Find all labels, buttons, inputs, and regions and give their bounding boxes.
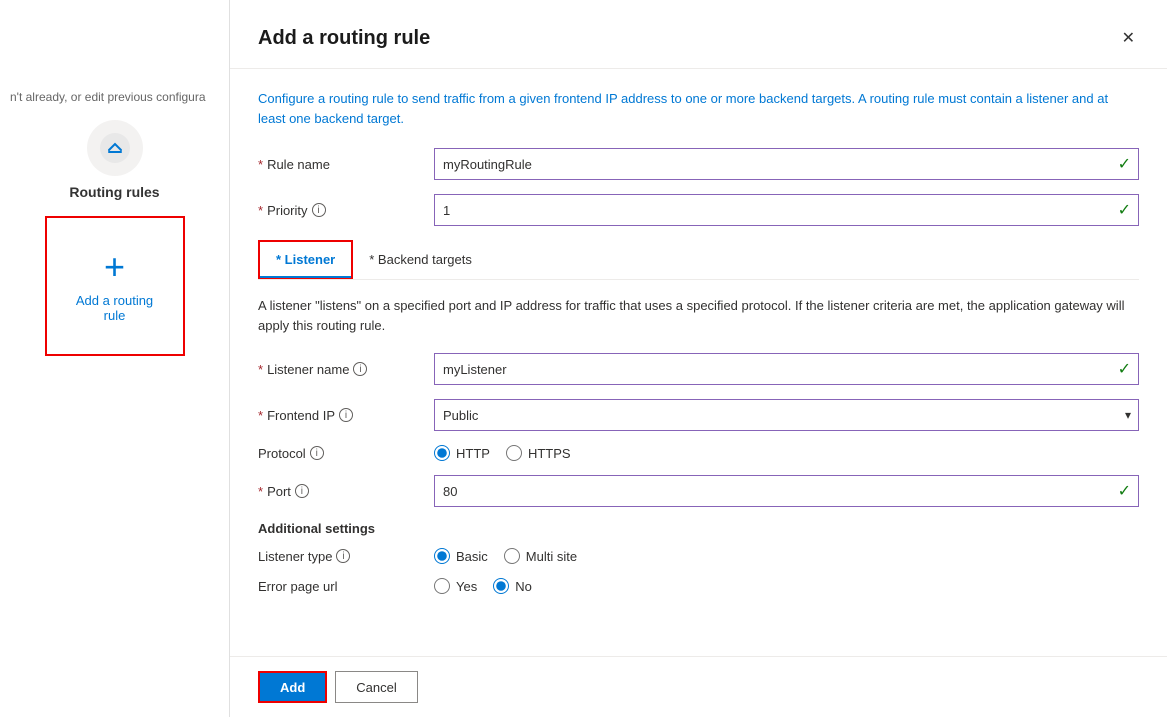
- protocol-https-radio[interactable]: [506, 445, 522, 461]
- error-page-url-row: Error page url Yes No: [258, 578, 1139, 594]
- protocol-label: Protocol i: [258, 446, 418, 461]
- routing-rules-icon: [87, 120, 143, 176]
- port-required: *: [258, 484, 263, 499]
- listener-name-label-text: Listener name: [267, 362, 349, 377]
- priority-input-wrapper: ✓: [434, 194, 1139, 226]
- error-page-yes-option[interactable]: Yes: [434, 578, 477, 594]
- listener-name-required: *: [258, 362, 263, 377]
- priority-label: * Priority i: [258, 203, 418, 218]
- port-label: * Port i: [258, 484, 418, 499]
- priority-label-text: Priority: [267, 203, 307, 218]
- cancel-button[interactable]: Cancel: [335, 671, 417, 703]
- dialog-body: Configure a routing rule to send traffic…: [230, 69, 1167, 656]
- frontend-ip-label: * Frontend IP i: [258, 408, 418, 423]
- sidebar: n't already, or edit previous configura …: [0, 0, 230, 717]
- error-page-no-radio[interactable]: [493, 578, 509, 594]
- listener-type-label: Listener type i: [258, 549, 418, 564]
- priority-row: * Priority i ✓: [258, 194, 1139, 226]
- port-check-icon: ✓: [1118, 481, 1131, 501]
- error-page-url-label: Error page url: [258, 579, 418, 594]
- error-page-url-label-text: Error page url: [258, 579, 337, 594]
- main-panel: Add a routing rule ✕ Configure a routing…: [230, 0, 1167, 717]
- priority-check-icon: ✓: [1118, 200, 1131, 220]
- protocol-info-icon[interactable]: i: [310, 446, 324, 460]
- plus-icon: +: [104, 249, 125, 285]
- listener-name-input[interactable]: [434, 353, 1139, 385]
- listener-name-input-wrapper: ✓: [434, 353, 1139, 385]
- error-page-url-radio-group: Yes No: [434, 578, 532, 594]
- priority-info-icon[interactable]: i: [312, 203, 326, 217]
- dialog-title: Add a routing rule: [258, 27, 430, 50]
- port-input[interactable]: [434, 475, 1139, 507]
- listener-type-row: Listener type i Basic Multi site: [258, 548, 1139, 564]
- rule-name-row: * Rule name ✓: [258, 148, 1139, 180]
- rule-name-required: *: [258, 157, 263, 172]
- listener-name-check-icon: ✓: [1118, 359, 1131, 379]
- protocol-http-option[interactable]: HTTP: [434, 445, 490, 461]
- listener-type-basic-option[interactable]: Basic: [434, 548, 488, 564]
- dialog-footer: Add Cancel: [230, 656, 1167, 717]
- listener-type-label-text: Listener type: [258, 549, 332, 564]
- close-button[interactable]: ✕: [1118, 24, 1139, 52]
- listener-name-info-icon[interactable]: i: [353, 362, 367, 376]
- rule-name-input[interactable]: [434, 148, 1139, 180]
- frontend-ip-row: * Frontend IP i Public Private ▾: [258, 399, 1139, 431]
- tabs-row: * Listener * Backend targets: [258, 240, 1139, 280]
- error-page-yes-label: Yes: [456, 579, 477, 594]
- rule-name-check-icon: ✓: [1118, 154, 1131, 174]
- frontend-ip-required: *: [258, 408, 263, 423]
- protocol-https-option[interactable]: HTTPS: [506, 445, 571, 461]
- listener-type-multisite-radio[interactable]: [504, 548, 520, 564]
- port-info-icon[interactable]: i: [295, 484, 309, 498]
- add-button[interactable]: Add: [258, 671, 327, 703]
- listener-type-basic-radio[interactable]: [434, 548, 450, 564]
- frontend-ip-select[interactable]: Public Private: [434, 399, 1139, 431]
- dialog-header: Add a routing rule ✕: [230, 0, 1167, 69]
- protocol-http-radio[interactable]: [434, 445, 450, 461]
- listener-type-info-icon[interactable]: i: [336, 549, 350, 563]
- port-label-text: Port: [267, 484, 291, 499]
- frontend-ip-info-icon[interactable]: i: [339, 408, 353, 422]
- additional-settings-heading: Additional settings: [258, 521, 1139, 536]
- protocol-http-label: HTTP: [456, 446, 490, 461]
- add-routing-rule-button[interactable]: + Add a routing rule: [45, 216, 185, 356]
- dialog-info-text: Configure a routing rule to send traffic…: [258, 89, 1139, 128]
- listener-name-row: * Listener name i ✓: [258, 353, 1139, 385]
- rule-name-input-wrapper: ✓: [434, 148, 1139, 180]
- add-routing-rule-label: Add a routing rule: [76, 293, 153, 323]
- rule-name-label: * Rule name: [258, 157, 418, 172]
- listener-type-multisite-label: Multi site: [526, 549, 577, 564]
- error-page-no-option[interactable]: No: [493, 578, 532, 594]
- protocol-row: Protocol i HTTP HTTPS: [258, 445, 1139, 461]
- priority-input[interactable]: [434, 194, 1139, 226]
- sidebar-bg-text: n't already, or edit previous configura: [0, 80, 229, 114]
- protocol-radio-group: HTTP HTTPS: [434, 445, 571, 461]
- backend-targets-tab[interactable]: * Backend targets: [353, 240, 488, 279]
- add-routing-rule-dialog: Add a routing rule ✕ Configure a routing…: [230, 0, 1167, 717]
- port-row: * Port i ✓: [258, 475, 1139, 507]
- rule-name-label-text: Rule name: [267, 157, 330, 172]
- listener-type-basic-label: Basic: [456, 549, 488, 564]
- listener-tab[interactable]: * Listener: [258, 240, 353, 279]
- frontend-ip-label-text: Frontend IP: [267, 408, 335, 423]
- error-page-yes-radio[interactable]: [434, 578, 450, 594]
- listener-type-radio-group: Basic Multi site: [434, 548, 577, 564]
- protocol-https-label: HTTPS: [528, 446, 571, 461]
- error-page-no-label: No: [515, 579, 532, 594]
- listener-name-label: * Listener name i: [258, 362, 418, 377]
- protocol-label-text: Protocol: [258, 446, 306, 461]
- port-input-wrapper: ✓: [434, 475, 1139, 507]
- frontend-ip-select-wrapper: Public Private ▾: [434, 399, 1139, 431]
- listener-type-multisite-option[interactable]: Multi site: [504, 548, 577, 564]
- listener-section-desc: A listener "listens" on a specified port…: [258, 296, 1139, 335]
- routing-rules-label: Routing rules: [69, 184, 159, 200]
- priority-required: *: [258, 203, 263, 218]
